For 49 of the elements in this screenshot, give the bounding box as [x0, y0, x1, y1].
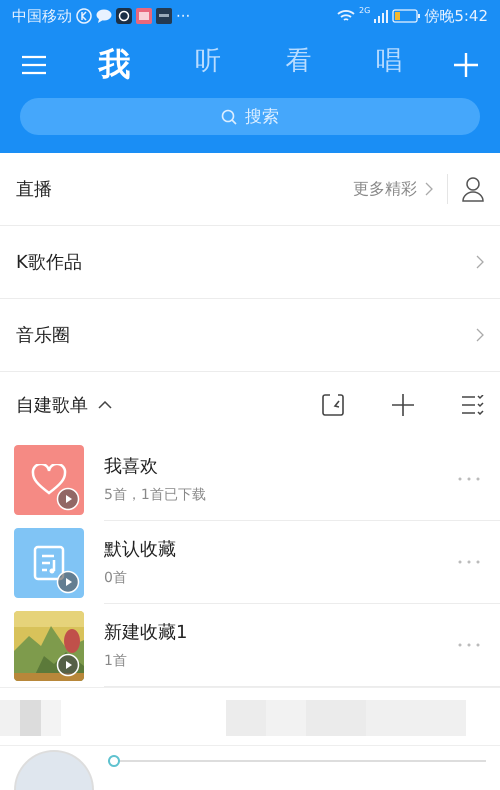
search-icon: [221, 108, 237, 124]
add-button[interactable]: [392, 394, 414, 416]
network-type: 2G: [359, 6, 370, 15]
plus-icon: [392, 394, 414, 416]
playlist-name[interactable]: 新建收藏1: [104, 620, 458, 644]
play-icon[interactable]: [56, 570, 80, 594]
search-placeholder: 搜索: [245, 106, 279, 128]
menu-icon: [22, 55, 46, 75]
menu-button[interactable]: [22, 55, 46, 75]
note-list-icon: [33, 544, 65, 580]
chevron-right-icon: [425, 182, 433, 196]
signal-icon: [374, 9, 388, 23]
carrier-name: 中国移动: [12, 6, 72, 26]
menu-row[interactable]: K歌作品: [0, 226, 500, 299]
heart-icon: [31, 464, 67, 496]
chevron-right-icon: [476, 255, 484, 269]
play-icon[interactable]: [56, 486, 80, 510]
checklist-icon: [462, 395, 484, 415]
battery-icon: [392, 9, 420, 23]
wifi-icon: [337, 9, 356, 23]
chevron-right-icon: [476, 328, 484, 342]
playlist-info: 5首，1首已下载: [104, 486, 207, 504]
row-title: 音乐圈: [16, 324, 70, 347]
manage-button[interactable]: [462, 395, 484, 415]
menu-row[interactable]: 直播 更多精彩: [0, 153, 500, 226]
app-icon: [156, 8, 172, 24]
progress-track[interactable]: [108, 755, 486, 767]
import-icon: [322, 394, 344, 416]
playlist-name[interactable]: 默认收藏: [104, 537, 458, 561]
playlist-info: 0首: [104, 569, 128, 587]
chat-bubble-icon: [96, 9, 112, 23]
row-title: K歌作品: [16, 251, 82, 274]
progress-thumb[interactable]: [108, 755, 120, 767]
app-icon: [136, 8, 152, 24]
menu-row[interactable]: 音乐圈: [0, 299, 500, 372]
plus-icon: [454, 53, 478, 77]
import-button[interactable]: [322, 394, 344, 416]
chevron-up-icon[interactable]: [98, 401, 112, 409]
play-icon[interactable]: [56, 652, 80, 676]
section-title: 自建歌单: [16, 394, 88, 417]
playlist-info: 1首: [104, 652, 128, 670]
row-title: 直播: [16, 178, 52, 201]
more-notifications: ···: [176, 7, 190, 25]
clock-time: 傍晚5:42: [424, 6, 488, 26]
app-icon: [76, 8, 92, 24]
playlist-name[interactable]: 我喜欢: [104, 454, 458, 478]
app-icon: [116, 8, 132, 24]
more-link[interactable]: 更多精彩: [353, 178, 417, 200]
person-icon[interactable]: [462, 176, 484, 202]
